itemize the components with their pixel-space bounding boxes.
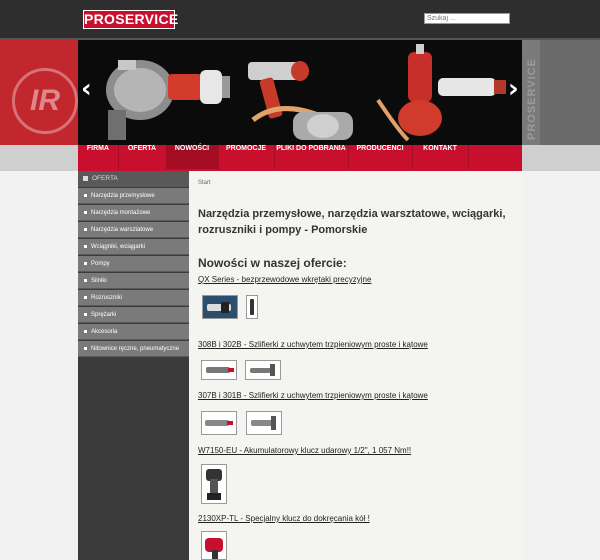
sidebar-item-narzedzia-przemyslowe[interactable]: Narzędzia przemysłowe: [78, 188, 189, 204]
bullet-icon: [84, 193, 87, 197]
left-red-panel: IR: [0, 40, 78, 145]
impact-wrench-image: [206, 469, 222, 500]
proservice-logo[interactable]: PROSERVICE: [83, 10, 178, 29]
banner-next-arrow[interactable]: ›: [508, 74, 519, 104]
bullet-icon: [84, 261, 87, 265]
product-link-qx-series[interactable]: QX Series - bezprzewodowe wkrętaki precy…: [198, 275, 371, 284]
sidebar-item-silniki[interactable]: Silniki: [78, 273, 189, 289]
nav-item-oferta[interactable]: OFERTA: [118, 145, 167, 169]
bullet-icon: [84, 244, 87, 248]
product-thumb-2130xp[interactable]: [201, 531, 227, 560]
screwdriver-vertical-image: [250, 299, 254, 315]
main-nav: FIRMA OFERTA NOWOŚCI PROMOCJE PLIKI DO P…: [78, 145, 522, 169]
product-thumb-301b[interactable]: [246, 411, 282, 435]
nav-item-producenci[interactable]: PRODUCENCI: [348, 145, 413, 169]
square-bullet-icon: [83, 175, 88, 181]
ir-brand-logo: IR: [12, 68, 78, 134]
sidebar-item-label: Nitownice ręczne, pneumatyczne: [91, 346, 180, 352]
bullet-icon: [84, 295, 87, 299]
vertical-brand-text: PROSERVICE: [526, 58, 538, 140]
sidebar-item-label: Pompy: [91, 261, 110, 267]
nav-item-kontakt[interactable]: KONTAKT: [412, 145, 469, 169]
grinder-straight-image: [206, 367, 234, 373]
search-input[interactable]: [424, 13, 510, 24]
product-link-307b-301b[interactable]: 307B i 301B - Szlifierki z uchwytem trzp…: [198, 391, 428, 400]
grinder-image: [293, 112, 353, 140]
screwdriver-image: [207, 302, 231, 313]
sidebar-item-pompy[interactable]: Pompy: [78, 256, 189, 272]
product-thumb-qx-1[interactable]: [202, 295, 238, 319]
sidebar-item-narzedzia-montazowe[interactable]: Narzędzia montażowe: [78, 205, 189, 221]
grinder-straight-image: [205, 420, 233, 426]
sidebar-item-rozruszniki[interactable]: Rozruszniki: [78, 290, 189, 306]
product-link-308b-302b[interactable]: 308B i 302B - Szlifierki z uchwytem trzp…: [198, 340, 428, 349]
tools-illustration: [78, 40, 522, 145]
product-thumb-302b[interactable]: [245, 360, 281, 380]
sidebar-item-label: Narzędzia przemysłowe: [91, 193, 155, 199]
product-thumb-308b[interactable]: [201, 360, 237, 380]
header: PROSERVICE: [78, 0, 522, 38]
breadcrumb[interactable]: Start: [198, 180, 211, 186]
sidebar-item-wciagniki[interactable]: Wciągniki, wciągarki: [78, 239, 189, 255]
bullet-icon: [84, 227, 87, 231]
sidebar-item-label: Narzędzia montażowe: [91, 210, 151, 216]
bullet-icon: [84, 210, 87, 214]
sidebar-heading-label: OFERTA: [92, 175, 118, 182]
product-thumb-307b[interactable]: [201, 411, 237, 435]
sidebar-item-label: Wciągniki, wciągarki: [91, 244, 146, 250]
sidebar-item-label: Sprężarki: [91, 312, 117, 318]
sidebar: OFERTA Narzędzia przemysłowe Narzędzia m…: [78, 171, 189, 560]
sidebar-item-label: Narzędzia warsztatowe: [91, 227, 154, 233]
page-title: Narzędzia przemysłowe, narzędzia warszta…: [198, 208, 506, 236]
product-thumb-w7150[interactable]: [201, 464, 227, 504]
bullet-icon: [84, 346, 87, 350]
main-content: Start Narzędzia przemysłowe, narzędzia w…: [189, 171, 522, 560]
grinder-angle-image: [251, 416, 276, 430]
product-link-2130xp-tl[interactable]: 2130XP-TL - Specjalny klucz do dokręcani…: [198, 514, 370, 523]
bullet-icon: [84, 329, 87, 333]
hero-banner: ‹ ›: [78, 40, 522, 145]
news-heading: Nowości w naszej ofercie:: [198, 256, 347, 270]
nav-item-pliki-do-pobrania[interactable]: PLIKI DO POBRANIA: [274, 145, 349, 169]
nav-item-firma[interactable]: FIRMA: [78, 145, 119, 169]
sidebar-item-akcesoria[interactable]: Akcesoria: [78, 324, 189, 340]
sidebar-item-narzedzia-warsztatowe[interactable]: Narzędzia warsztatowe: [78, 222, 189, 238]
product-thumb-qx-2[interactable]: [246, 295, 258, 319]
product-link-w7150-eu[interactable]: W7150-EU - Akumulatorowy klucz udarowy 1…: [198, 446, 411, 455]
nav-item-promocje[interactable]: PROMOCJE: [218, 145, 275, 169]
sidebar-item-label: Akcesoria: [91, 329, 118, 335]
wheel-wrench-image: [205, 538, 223, 559]
nav-item-nowosci[interactable]: NOWOŚCI: [166, 145, 219, 169]
sidebar-item-label: Rozruszniki: [91, 295, 123, 301]
sidebar-item-sprezarki[interactable]: Sprężarki: [78, 307, 189, 323]
banner-prev-arrow[interactable]: ‹: [81, 74, 92, 104]
sidebar-heading: OFERTA: [78, 171, 189, 187]
sidebar-item-label: Silniki: [91, 278, 107, 284]
bullet-icon: [84, 312, 87, 316]
bullet-icon: [84, 278, 87, 282]
grinder-angle-image: [250, 364, 275, 376]
sidebar-item-nitownice[interactable]: Nitownice ręczne, pneumatyczne: [78, 341, 189, 357]
